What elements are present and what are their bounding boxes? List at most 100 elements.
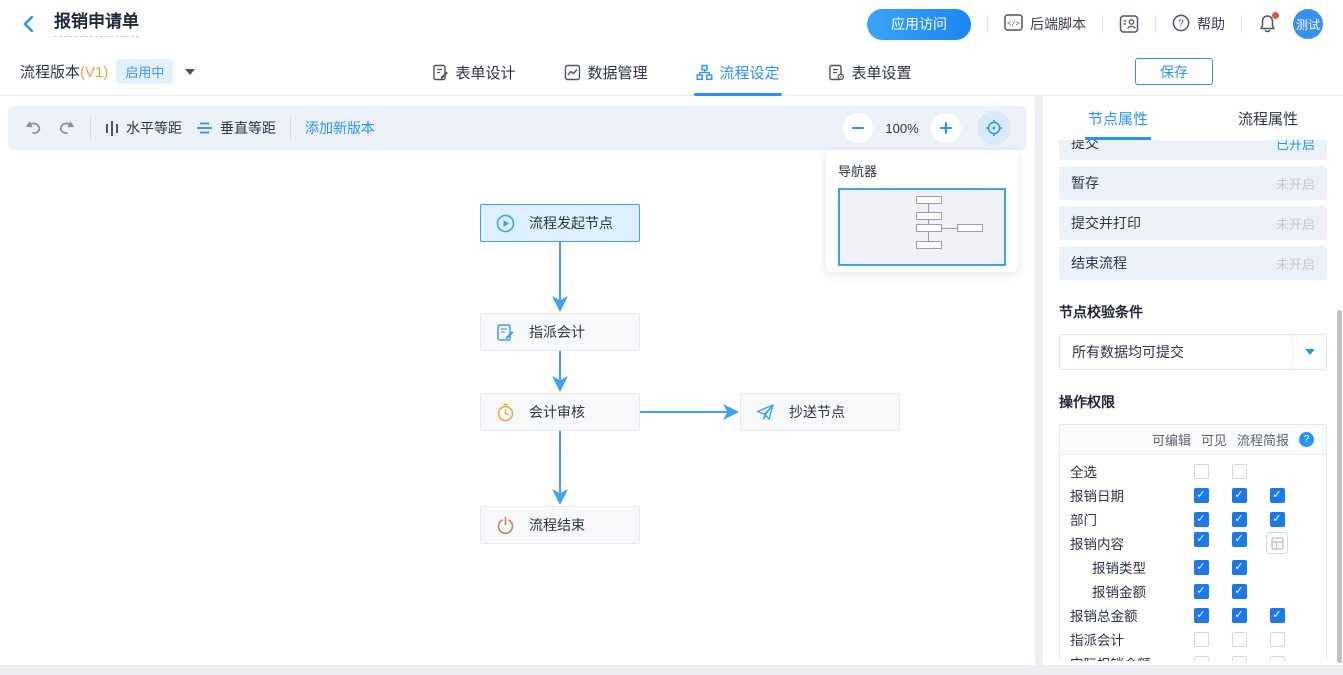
tab-form-settings[interactable]: 表单设置 bbox=[826, 48, 914, 96]
checkbox-visible[interactable]: ✓ bbox=[1232, 532, 1247, 547]
redo-button[interactable] bbox=[57, 120, 76, 136]
checkbox-flow-report[interactable] bbox=[1270, 632, 1285, 647]
checkbox-editable[interactable] bbox=[1194, 464, 1209, 479]
permission-field-label: 全选 bbox=[1070, 461, 1182, 481]
tab-flow-settings[interactable]: 流程设定 bbox=[694, 48, 782, 96]
main-area: 水平等距 垂直等距 添加新版本 100% bbox=[0, 96, 1343, 675]
vertical-spacing-icon bbox=[196, 121, 213, 135]
vertical-spacing-button[interactable]: 垂直等距 bbox=[196, 118, 276, 138]
app-access-button[interactable]: 应用访问 bbox=[867, 9, 971, 40]
permission-field-label: 报销总金额 bbox=[1070, 605, 1182, 625]
checkbox-editable[interactable] bbox=[1194, 632, 1209, 647]
action-row-submit-print[interactable]: 提交并打印 未开启 bbox=[1059, 206, 1327, 240]
panel-tabs: 节点属性 流程属性 bbox=[1043, 96, 1343, 140]
locate-button[interactable] bbox=[977, 111, 1011, 145]
checkbox-editable[interactable]: ✓ bbox=[1194, 512, 1209, 527]
app-header: 报销申请单 应用访问 </> 后端脚本 ? 帮助 测试 bbox=[0, 0, 1343, 48]
flow-node-assign-accountant[interactable]: 指派会计 bbox=[480, 313, 640, 351]
permission-row: 报销类型✓✓ bbox=[1060, 555, 1326, 579]
column-header: 可编辑 bbox=[1152, 430, 1191, 449]
sub-header: 流程版本(V1) 启用中 表单设计 数据管理 流程设定 表单设置 保存 bbox=[0, 48, 1343, 96]
page-title[interactable]: 报销申请单 bbox=[54, 12, 139, 37]
paper-plane-icon bbox=[756, 403, 775, 422]
subtable-permission-icon[interactable] bbox=[1266, 532, 1288, 554]
checkbox-visible[interactable] bbox=[1232, 632, 1247, 647]
chevron-down-icon[interactable] bbox=[185, 69, 195, 75]
help-button[interactable]: ? 帮助 bbox=[1172, 14, 1225, 35]
checkbox-flow-report[interactable]: ✓ bbox=[1270, 488, 1285, 503]
navigator-minimap[interactable] bbox=[838, 188, 1006, 266]
backend-script-button[interactable]: </> 后端脚本 bbox=[1004, 14, 1086, 34]
permission-row: 指派会计 bbox=[1060, 627, 1326, 651]
checkbox-visible[interactable] bbox=[1232, 464, 1247, 479]
checkbox-visible[interactable]: ✓ bbox=[1232, 560, 1247, 575]
node-label: 流程发起节点 bbox=[529, 213, 613, 233]
edit-doc-icon bbox=[496, 323, 515, 342]
code-icon: </> bbox=[1004, 14, 1023, 34]
checkbox-visible[interactable]: ✓ bbox=[1232, 608, 1247, 623]
chevron-down-icon bbox=[1292, 335, 1326, 369]
properties-panel: 节点属性 流程属性 提交 已开启 暂存 未开启 提交并打印 未开启 结束流程 未… bbox=[1043, 96, 1343, 665]
permissions-heading: 操作权限 bbox=[1059, 392, 1327, 412]
checkbox-visible[interactable]: ✓ bbox=[1232, 584, 1247, 599]
zoom-in-button[interactable] bbox=[931, 113, 961, 143]
checkbox-editable[interactable]: ✓ bbox=[1194, 560, 1209, 575]
back-icon[interactable] bbox=[20, 14, 40, 34]
canvas-toolbar: 水平等距 垂直等距 添加新版本 100% bbox=[8, 106, 1027, 150]
navigator-title: 导航器 bbox=[838, 161, 1006, 180]
panel-scrollbar[interactable] bbox=[1337, 310, 1342, 663]
column-header: 流程简报 bbox=[1237, 430, 1289, 449]
help-icon[interactable]: ? bbox=[1299, 432, 1314, 447]
flow-node-end[interactable]: 流程结束 bbox=[480, 506, 640, 544]
save-button[interactable]: 保存 bbox=[1135, 58, 1213, 85]
action-row-save-draft[interactable]: 暂存 未开启 bbox=[1059, 166, 1327, 200]
validation-select[interactable]: 所有数据均可提交 bbox=[1059, 334, 1327, 370]
node-label: 指派会计 bbox=[529, 322, 585, 342]
node-label: 流程结束 bbox=[529, 515, 585, 535]
status-value: 未开启 bbox=[1276, 254, 1315, 273]
permission-field-label: 报销内容 bbox=[1070, 533, 1182, 553]
tab-node-properties[interactable]: 节点属性 bbox=[1043, 96, 1193, 140]
action-row-end-flow[interactable]: 结束流程 未开启 bbox=[1059, 246, 1327, 280]
checkbox-visible[interactable]: ✓ bbox=[1232, 488, 1247, 503]
checkbox-visible[interactable] bbox=[1232, 656, 1247, 662]
status-value: 未开启 bbox=[1276, 174, 1315, 193]
undo-button[interactable] bbox=[24, 120, 43, 136]
flow-version-selector[interactable]: 流程版本(V1) 启用中 bbox=[20, 59, 195, 84]
divider bbox=[1102, 15, 1103, 33]
checkbox-flow-report[interactable] bbox=[1270, 656, 1285, 662]
permission-row: 报销总金额 ✓ ✓ ✓ bbox=[1060, 603, 1326, 627]
checkbox-editable[interactable] bbox=[1194, 656, 1209, 662]
svg-text:?: ? bbox=[1178, 18, 1184, 29]
status-value: 未开启 bbox=[1276, 214, 1315, 233]
checkbox-flow-report[interactable]: ✓ bbox=[1270, 608, 1285, 623]
flow-node-accountant-review[interactable]: 会计审核 bbox=[480, 393, 640, 431]
zoom-out-button[interactable] bbox=[843, 113, 873, 143]
checkbox-editable[interactable]: ✓ bbox=[1194, 488, 1209, 503]
flow-node-start[interactable]: 流程发起节点 bbox=[480, 204, 640, 242]
checkbox-editable[interactable]: ✓ bbox=[1194, 608, 1209, 623]
checkbox-editable[interactable]: ✓ bbox=[1194, 584, 1209, 599]
permission-field-label: 实际报销金额 bbox=[1070, 653, 1182, 661]
notification-bell-icon[interactable] bbox=[1258, 14, 1277, 34]
main-tabs: 表单设计 数据管理 流程设定 表单设置 bbox=[429, 48, 913, 96]
form-design-icon bbox=[431, 64, 448, 81]
backend-script-label: 后端脚本 bbox=[1030, 14, 1086, 34]
validation-selected-value: 所有数据均可提交 bbox=[1060, 342, 1292, 362]
tab-data-management[interactable]: 数据管理 bbox=[561, 48, 649, 96]
avatar[interactable]: 测试 bbox=[1293, 9, 1323, 39]
flow-canvas[interactable]: 水平等距 垂直等距 添加新版本 100% bbox=[0, 96, 1035, 665]
contacts-icon[interactable] bbox=[1119, 15, 1139, 33]
tab-flow-properties[interactable]: 流程属性 bbox=[1193, 96, 1343, 140]
checkbox-editable[interactable]: ✓ bbox=[1194, 532, 1209, 547]
checkbox-flow-report[interactable]: ✓ bbox=[1270, 512, 1285, 527]
tab-form-design[interactable]: 表单设计 bbox=[429, 48, 517, 96]
permission-row: 报销日期✓✓✓ bbox=[1060, 483, 1326, 507]
action-row-submit[interactable]: 提交 已开启 bbox=[1059, 140, 1327, 160]
checkbox-visible[interactable]: ✓ bbox=[1232, 512, 1247, 527]
node-label: 会计审核 bbox=[529, 402, 585, 422]
permissions-table: 可编辑可见流程简报? 全选报销日期✓✓✓部门✓✓✓报销内容✓✓报销类型✓✓报销金… bbox=[1059, 424, 1327, 661]
horizontal-spacing-button[interactable]: 水平等距 bbox=[105, 118, 182, 138]
add-new-version-button[interactable]: 添加新版本 bbox=[305, 118, 375, 138]
flow-node-cc[interactable]: 抄送节点 bbox=[740, 393, 900, 431]
